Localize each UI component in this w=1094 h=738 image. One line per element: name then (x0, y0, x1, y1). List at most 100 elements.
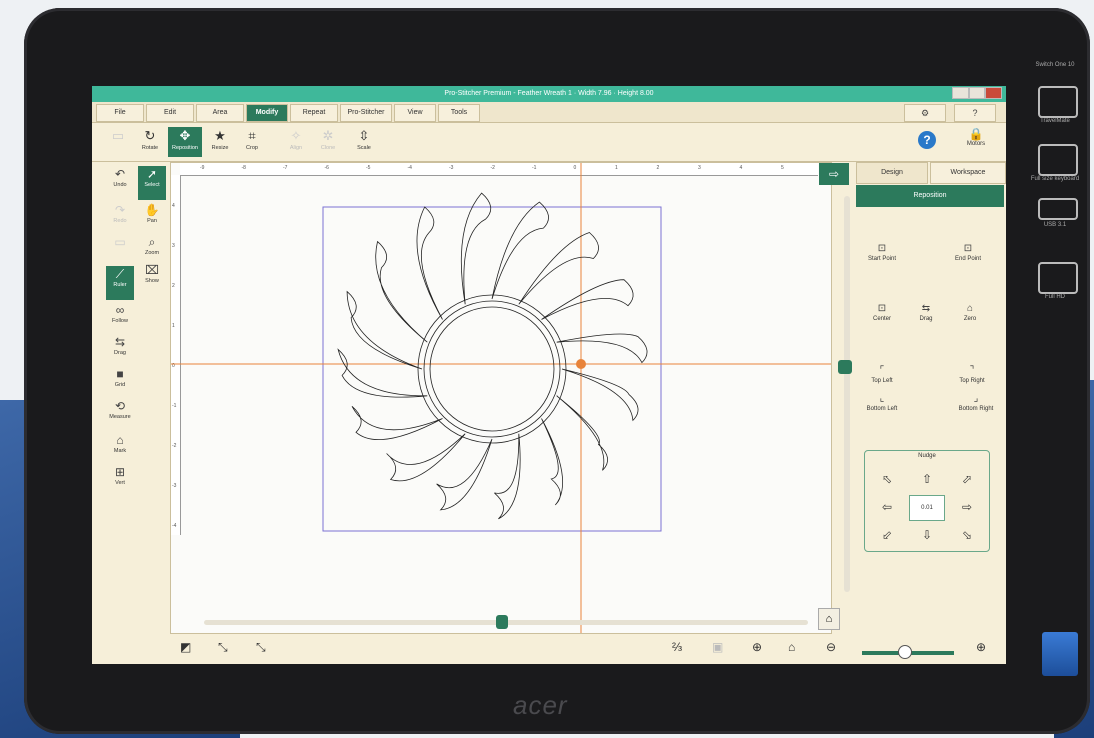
nudge-up-left-icon[interactable]: ⬁ (877, 469, 897, 489)
drag-position-button[interactable]: ⇆ Drag (904, 302, 948, 322)
follow-button[interactable]: ∞ Follow (106, 302, 134, 336)
scale-label: Scale (357, 145, 371, 151)
clone-button[interactable]: ✲ Clone (314, 127, 342, 157)
feather-plume (436, 438, 493, 511)
nudge-down-left-icon[interactable]: ⬃ (877, 525, 897, 545)
sewing-icon[interactable]: ⅔ (672, 640, 682, 654)
select-all-icon[interactable]: ◩ (180, 640, 191, 654)
settings-gear-button[interactable]: ⚙ (904, 104, 946, 122)
nudge-left-icon[interactable]: ⇦ (877, 497, 897, 517)
menu-tools[interactable]: Tools (438, 104, 480, 122)
feather-plume (541, 418, 563, 506)
help-question-icon[interactable]: ? (918, 131, 936, 149)
bottom-right-icon: ⌟ (973, 393, 979, 404)
mark-button[interactable]: ⌂ Mark (106, 432, 134, 466)
follow-icon: ∞ (115, 303, 125, 317)
rotate-button[interactable]: ↻ Rotate (136, 127, 164, 157)
image-icon[interactable]: ▣ (712, 640, 723, 654)
toolbar-select-box[interactable]: ▭ (104, 127, 132, 157)
top-left-button[interactable]: ⌜ Top Left (860, 364, 904, 384)
center-button[interactable]: ⊡ Center (860, 302, 904, 322)
pan-label: Pan (147, 218, 157, 224)
zoom-in-icon[interactable]: ⊕ (752, 640, 762, 654)
node-tool-icon[interactable]: ⤡ (218, 640, 228, 655)
feather-plume (556, 395, 608, 471)
device-brand: acer (513, 690, 568, 720)
lock-icon: 🔒 (968, 127, 984, 141)
top-right-button[interactable]: ⌝ Top Right (950, 364, 994, 384)
drag-icon: ⇆ (114, 335, 126, 349)
end-point-button[interactable]: ⊡ End Point (946, 242, 990, 262)
menu-view[interactable]: View (394, 104, 436, 122)
nudge-amount-field[interactable]: 0.01 (909, 495, 945, 521)
reposition-button[interactable]: ✥ Reposition (168, 127, 202, 157)
crop-icon: ⌗ (248, 128, 256, 143)
vert-button[interactable]: ⊞ Vert (106, 464, 134, 498)
feather-plume (494, 433, 521, 520)
bottom-right-button[interactable]: ⌟ Bottom Right (950, 392, 1002, 412)
show-button[interactable]: ⌧ Show (138, 262, 166, 296)
resize-button[interactable]: ★ Resize (206, 127, 234, 157)
menu-edit[interactable]: Edit (146, 104, 194, 122)
panel-toggle-arrow-icon[interactable]: ⇨ (819, 163, 849, 185)
feather-plume (375, 240, 428, 343)
select-button[interactable]: ➚ Select (138, 166, 166, 200)
mark-label: Mark (113, 448, 127, 454)
motors-label: Motors (966, 141, 986, 147)
drag-button[interactable]: ⇆ Drag (106, 334, 134, 368)
menu-file[interactable]: File (96, 104, 144, 122)
nudge-down-icon[interactable]: ⇩ (917, 525, 937, 545)
top-left-icon: ⌜ (879, 365, 885, 376)
redo-button[interactable]: ↷ Redo (106, 202, 134, 236)
ruler-button[interactable]: ⟋ Ruler (106, 266, 134, 300)
start-point-button[interactable]: ⊡ Start Point (860, 242, 904, 262)
tab-workspace[interactable]: Workspace (930, 162, 1006, 184)
horizontal-scroll-thumb[interactable] (496, 615, 508, 629)
scale-button[interactable]: ⇳ Scale (350, 127, 378, 157)
window-title: Pro-Stitcher Premium - Feather Wreath 1 … (444, 90, 654, 97)
minimize-button[interactable] (952, 87, 969, 99)
start-point-marker (576, 359, 586, 369)
rotate-icon: ↻ (144, 128, 156, 143)
nudge-up-icon[interactable]: ⇧ (917, 469, 937, 489)
zoom-max-icon[interactable]: ⊕ (976, 640, 986, 654)
measure-button[interactable]: ⟲ Measure (106, 398, 134, 432)
bottom-right-label: Bottom Right (958, 406, 994, 412)
bottom-left-button[interactable]: ⌞ Bottom Left (860, 392, 904, 412)
zoom-icon: ⌕ (148, 235, 156, 249)
vert-icon: ⊞ (114, 465, 126, 479)
tab-design[interactable]: Design (856, 162, 928, 184)
tool-box-button[interactable]: ▭ (106, 234, 134, 268)
vertical-scroll-thumb[interactable] (838, 360, 852, 374)
nudge-right-icon[interactable]: ⇨ (957, 497, 977, 517)
zoom-out-icon[interactable]: ⊖ (826, 640, 836, 654)
home-view-icon[interactable]: ⌂ (788, 640, 795, 654)
zoom-slider-thumb[interactable] (898, 645, 912, 659)
close-button[interactable] (985, 87, 1003, 99)
zero-button[interactable]: ⌂ Zero (948, 302, 992, 322)
pan-button[interactable]: ✋ Pan (138, 202, 166, 236)
feather-plume (491, 201, 549, 300)
undo-button[interactable]: ↶ Undo (106, 166, 134, 200)
vertical-scrollbar[interactable] (844, 196, 850, 592)
menu-repeat[interactable]: Repeat (290, 104, 338, 122)
grid-button[interactable]: ■ Grid (106, 366, 134, 400)
wreath-spine (417, 294, 567, 444)
mark-icon: ⌂ (116, 433, 124, 447)
home-icon[interactable]: ⌂ (818, 608, 840, 630)
menu-area[interactable]: Area (196, 104, 244, 122)
nudge-up-right-icon[interactable]: ⬀ (957, 469, 977, 489)
node-tool-alt-icon[interactable]: ⤡ (256, 640, 266, 655)
crop-button[interactable]: ⌗ Crop (238, 127, 266, 157)
motors-button[interactable]: 🔒 Motors (956, 127, 996, 157)
feather-plume (561, 368, 639, 422)
align-button[interactable]: ✧ Align (282, 127, 310, 157)
side-label: Full size keyboard (1030, 176, 1080, 182)
menu-pro-stitcher[interactable]: Pro-Stitcher (340, 104, 392, 122)
help-button[interactable]: ? (954, 104, 996, 122)
menu-modify[interactable]: Modify (246, 104, 288, 122)
nudge-down-right-icon[interactable]: ⬂ (957, 525, 977, 545)
select-icon: ➚ (146, 167, 158, 181)
design-canvas[interactable]: -9 -8 -7 -6 -5 -4 -3 -2 -1 0 1 2 3 4 5 4 3 2 1 0 -1 -2 -3 -4 ⇨ (170, 162, 849, 634)
maximize-button[interactable] (968, 87, 986, 99)
